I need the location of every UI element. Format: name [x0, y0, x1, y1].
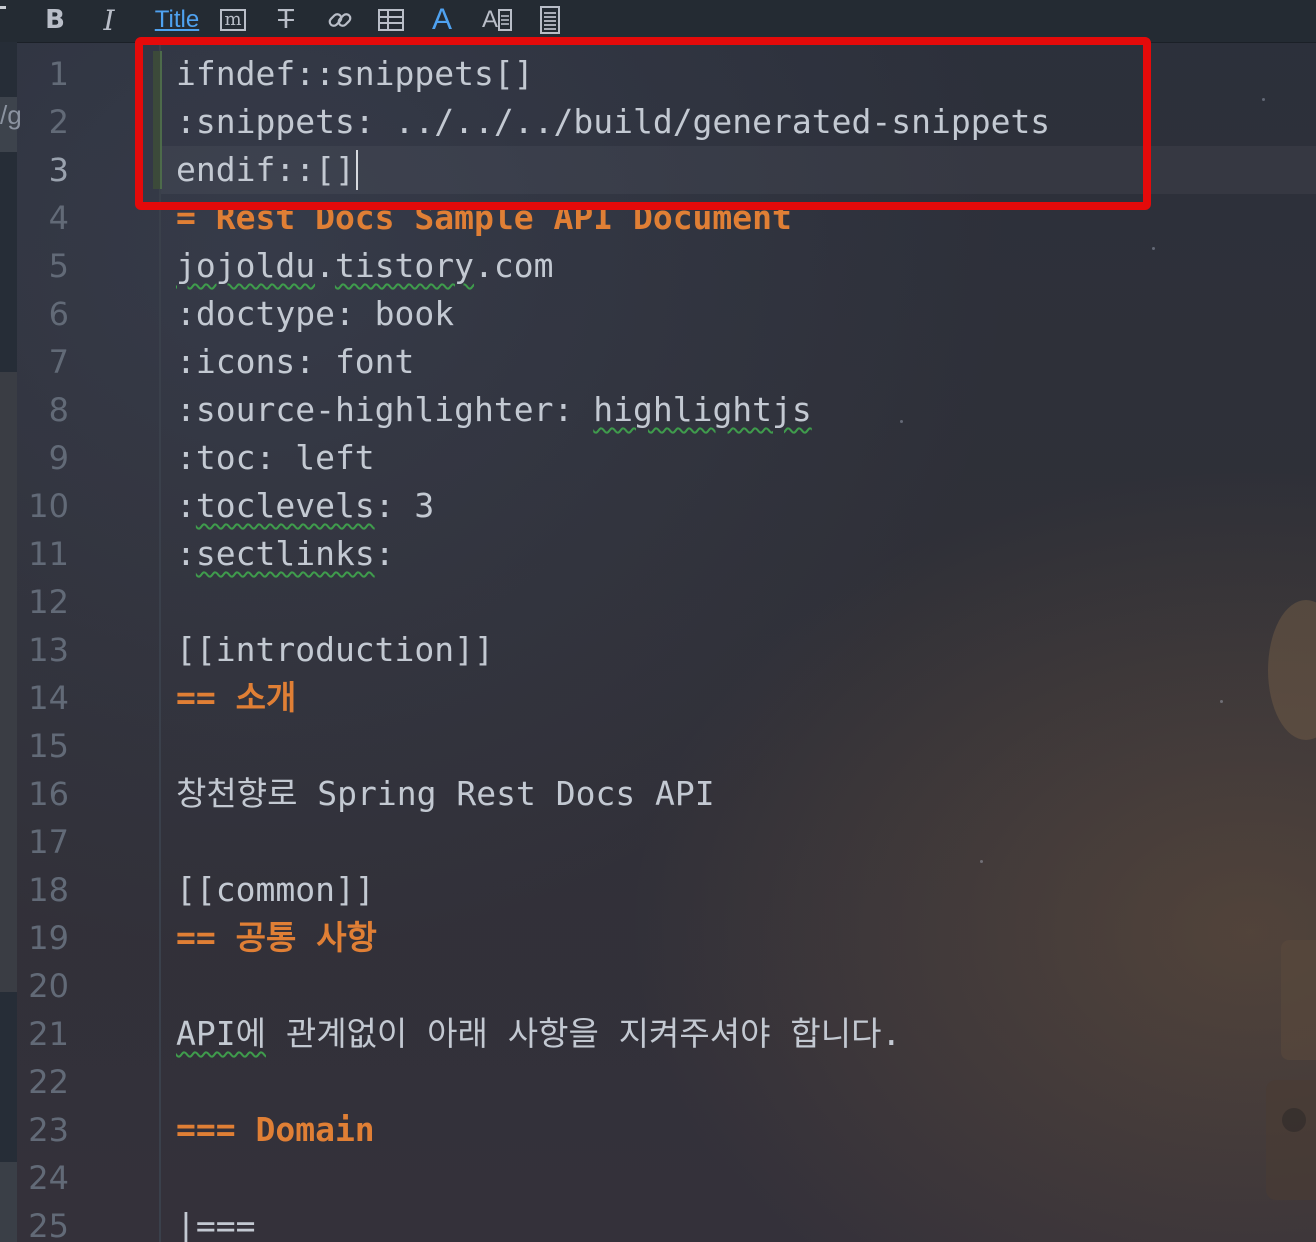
misspelled-word: sectlinks	[195, 534, 375, 573]
side-panel-band	[0, 372, 17, 992]
line-number: 10	[28, 487, 69, 525]
line-number: 23	[28, 1111, 69, 1149]
monospace-icon[interactable]: m	[218, 4, 248, 36]
code-text: .	[315, 246, 335, 285]
font-color-icon[interactable]: A	[430, 3, 454, 36]
code-line-10[interactable]: :toclevels: 3	[176, 482, 434, 530]
code-line-23-heading[interactable]: === Domain	[176, 1106, 375, 1154]
code-line-5[interactable]: jojoldu.tistory.com	[176, 242, 554, 290]
bold-icon[interactable]: B	[40, 4, 70, 36]
code-text: :	[176, 534, 196, 573]
table-glyph	[378, 9, 404, 31]
line-number: 1	[48, 55, 69, 93]
line-number: 6	[48, 295, 69, 333]
line-number: 24	[28, 1159, 69, 1197]
font-size-icon[interactable]: A	[480, 4, 514, 36]
line-number: 17	[28, 823, 69, 861]
code-text: 관계없이 아래 사항을 지켜주셔야 합니다.	[265, 1014, 902, 1053]
line-number: 15	[28, 727, 69, 765]
line-number: 4	[48, 199, 69, 237]
line-number: 7	[48, 343, 69, 381]
code-line-25[interactable]: |===	[176, 1202, 255, 1242]
code-text: .com	[474, 246, 554, 285]
code-text: :	[374, 534, 395, 573]
line-number: 22	[28, 1063, 69, 1101]
line-number: 13	[28, 631, 69, 669]
code-line-18[interactable]: [[common]]	[176, 866, 375, 914]
code-text: :	[176, 486, 196, 525]
background-robot-image	[1206, 560, 1316, 1242]
code-line-19-heading[interactable]: == 공통 사항	[176, 914, 377, 962]
link-icon[interactable]	[326, 4, 354, 36]
line-number: 21	[28, 1015, 69, 1053]
line-number: 3	[48, 151, 69, 189]
document-icon[interactable]	[538, 4, 562, 36]
line-number: 25	[28, 1207, 69, 1242]
line-number: 9	[48, 439, 69, 477]
code-line-6[interactable]: :doctype: book	[176, 290, 454, 338]
code-line-16[interactable]: 창천향로 Spring Rest Docs API	[176, 770, 715, 818]
code-line-13[interactable]: [[introduction]]	[176, 626, 494, 674]
side-panel-dash	[0, 6, 6, 9]
gutter-divider	[159, 42, 161, 1242]
line-number: 5	[48, 247, 69, 285]
italic-icon[interactable]: I	[94, 4, 124, 37]
code-line-21[interactable]: API에 관계없이 아래 사항을 지켜주셔야 합니다.	[176, 1010, 901, 1058]
misspelled-word: API에	[176, 1014, 266, 1053]
code-text: : 3	[374, 486, 435, 525]
font-size-glyph: A	[481, 6, 498, 33]
monospace-glyph: m	[220, 9, 246, 31]
line-number: 11	[28, 535, 69, 573]
line-number: 8	[48, 391, 69, 429]
line-number: 12	[28, 583, 69, 621]
code-text: :source-highlighter:	[176, 390, 594, 429]
line-number: 16	[28, 775, 69, 813]
font-size-lines	[498, 9, 512, 31]
link-glyph	[328, 13, 352, 27]
table-icon[interactable]	[377, 4, 405, 36]
code-line-9[interactable]: :toc: left	[176, 434, 375, 482]
line-number: 20	[28, 967, 69, 1005]
highlight-box	[135, 37, 1151, 210]
misspelled-word: jojoldu	[176, 246, 316, 285]
title-button[interactable]: Title	[150, 4, 204, 36]
code-line-7[interactable]: :icons: font	[176, 338, 414, 386]
strikethrough-icon[interactable]: T	[272, 4, 300, 36]
side-panel-band	[0, 1162, 17, 1242]
line-number: 18	[28, 871, 69, 909]
misspelled-word: toclevels	[195, 486, 375, 525]
misspelled-word: highlightjs	[593, 390, 812, 429]
code-line-8[interactable]: :source-highlighter: highlightjs	[176, 386, 812, 434]
side-panel-edge[interactable]: /g	[0, 42, 22, 1242]
line-number: 14	[28, 679, 69, 717]
misspelled-word: tistory	[334, 246, 475, 285]
code-line-11[interactable]: :sectlinks:	[176, 530, 395, 578]
line-number: 2	[48, 103, 69, 141]
code-line-14-heading[interactable]: == 소개	[176, 674, 296, 722]
line-number: 19	[28, 919, 69, 957]
document-glyph	[540, 6, 560, 34]
